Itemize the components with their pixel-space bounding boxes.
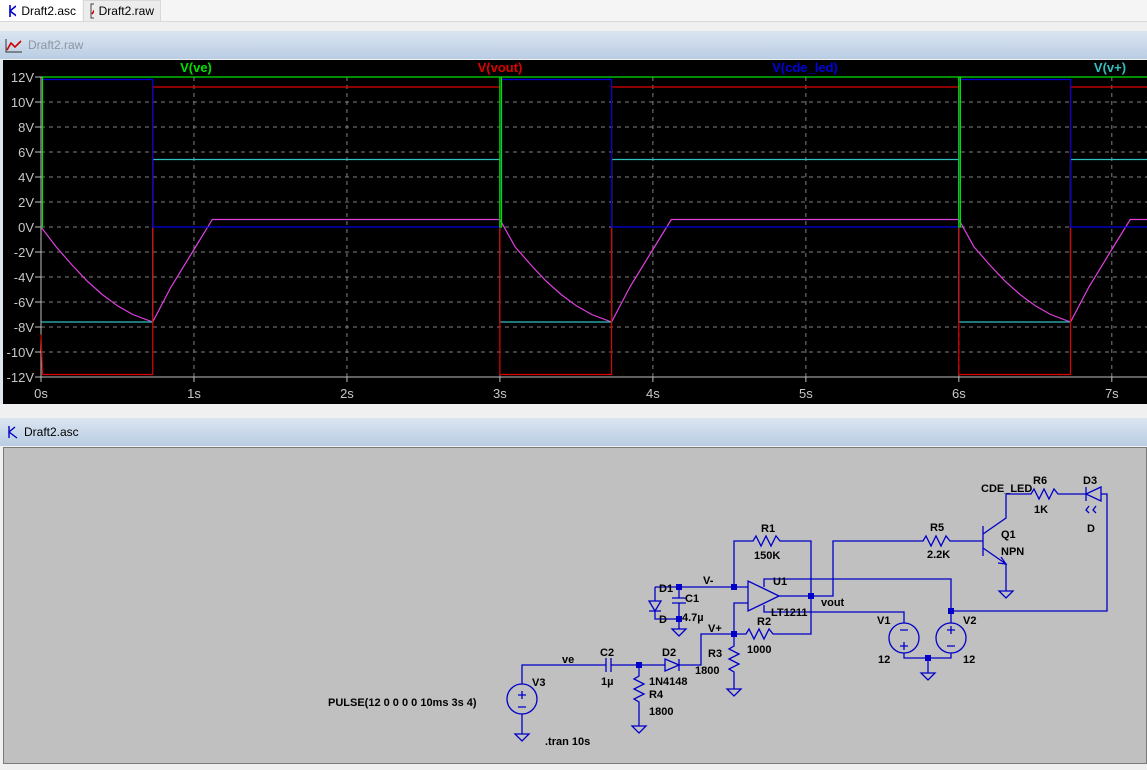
x-tick-label: 7s <box>1105 386 1119 401</box>
value-u1: LT1211 <box>771 607 808 619</box>
net-label-vout: vout <box>821 597 845 609</box>
trace-unnamed <box>41 220 1147 323</box>
value-c1: 4.7µ <box>682 612 704 624</box>
y-tick-label: 2V <box>18 195 34 210</box>
waveform-icon <box>90 3 94 19</box>
tab-draft2-asc[interactable]: Draft2.asc <box>0 0 82 21</box>
x-tick-label: 4s <box>646 386 660 401</box>
tab-draft2-raw[interactable]: Draft2.raw <box>83 0 161 21</box>
net-label-cde-led: CDE_LED <box>981 483 1032 495</box>
y-tick-label: -4V <box>14 270 35 285</box>
label-r5: R5 <box>930 522 944 534</box>
x-tick-label: 6s <box>952 386 966 401</box>
y-tick-label: -8V <box>14 320 35 335</box>
label-d2: D2 <box>662 647 676 659</box>
x-tick-label: 1s <box>187 386 201 401</box>
y-tick-label: -10V <box>7 345 35 360</box>
tran-directive: .tran 10s <box>545 736 590 748</box>
waveform-chart[interactable]: 12V 10V 8V 6V 4V 2V 0V -2V -4V -6V -8V -10V -12V0s 1s… <box>3 60 1147 404</box>
value-v1: 12 <box>878 654 890 666</box>
value-c2: 1µ <box>601 676 613 688</box>
legend-label[interactable]: V(ve) <box>180 60 212 75</box>
plot-window-titlebar: Draft2.raw <box>0 31 1147 59</box>
y-tick-label: 0V <box>18 220 34 235</box>
x-tick-label: 3s <box>493 386 507 401</box>
label-c2: C2 <box>600 647 614 659</box>
label-r2: R2 <box>757 616 771 628</box>
value-d3: D <box>1087 523 1095 535</box>
value-r5: 2.2K <box>927 549 950 561</box>
value-r2: 1000 <box>747 644 771 656</box>
y-tick-label: -12V <box>7 370 35 385</box>
label-c1: C1 <box>685 593 699 605</box>
value-d2: 1N4148 <box>649 676 688 688</box>
label-v1: V1 <box>877 615 890 627</box>
x-tick-label: 5s <box>799 386 813 401</box>
tab-label: Draft2.asc <box>21 4 76 18</box>
label-r3: R3 <box>708 648 722 660</box>
label-d1: D1 <box>659 583 673 595</box>
y-tick-label: 10V <box>11 95 34 110</box>
x-tick-label: 0s <box>34 386 48 401</box>
trace-v-v- <box>41 160 1147 323</box>
schematic-icon <box>6 3 16 19</box>
y-tick-label: -6V <box>14 295 35 310</box>
v3-pulse-directive: PULSE(12 0 0 0 0 10ms 3s 4) <box>328 697 477 709</box>
waveform-icon <box>5 37 23 53</box>
legend-label[interactable]: V(v+) <box>1094 60 1126 75</box>
label-u1: U1 <box>773 576 787 588</box>
legend-label[interactable]: V(cde_led) <box>772 60 838 75</box>
label-d3: D3 <box>1083 475 1097 487</box>
schematic-canvas[interactable]: R1 150K R2 1000 R3 1800 R4 1800 R5 2.2K … <box>3 447 1147 764</box>
schematic-window-title: Draft2.asc <box>24 425 79 439</box>
net-label-vminus: V- <box>703 575 714 587</box>
value-r1: 150K <box>754 550 780 562</box>
schematic-drawing[interactable]: R1 150K R2 1000 R3 1800 R4 1800 R5 2.2K … <box>4 448 1147 765</box>
label-q1: Q1 <box>1001 529 1016 541</box>
document-tab-bar: Draft2.asc Draft2.raw <box>0 0 1147 22</box>
label-r1: R1 <box>761 523 775 535</box>
value-d1: D <box>659 614 667 626</box>
net-label-ve: ve <box>562 654 574 666</box>
label-v2: V2 <box>963 615 976 627</box>
schematic-window-titlebar: Draft2.asc <box>0 418 1147 446</box>
trace-v-vout- <box>41 87 1147 375</box>
legend-label[interactable]: V(vout) <box>478 60 523 75</box>
value-v2: 12 <box>963 654 975 666</box>
label-v3: V3 <box>532 677 545 689</box>
value-r4: 1800 <box>649 706 673 718</box>
value-q1: NPN <box>1001 546 1024 558</box>
tab-label: Draft2.raw <box>99 4 154 18</box>
y-tick-label: 8V <box>18 120 34 135</box>
net-label-vplus: V+ <box>708 623 722 635</box>
label-r4: R4 <box>649 689 664 701</box>
y-tick-label: 12V <box>11 70 34 85</box>
waveform-plot[interactable]: 12V 10V 8V 6V 4V 2V 0V -2V -4V -6V -8V -10V -12V0s 1s… <box>0 60 1147 404</box>
y-tick-label: 6V <box>18 145 34 160</box>
x-tick-label: 2s <box>340 386 354 401</box>
plot-window-title: Draft2.raw <box>28 38 83 52</box>
value-r3: 1800 <box>695 665 719 677</box>
label-r6: R6 <box>1033 475 1047 487</box>
y-tick-label: 4V <box>18 170 34 185</box>
value-r6: 1K <box>1034 504 1048 516</box>
schematic-icon <box>5 424 19 440</box>
y-tick-label: -2V <box>14 245 35 260</box>
